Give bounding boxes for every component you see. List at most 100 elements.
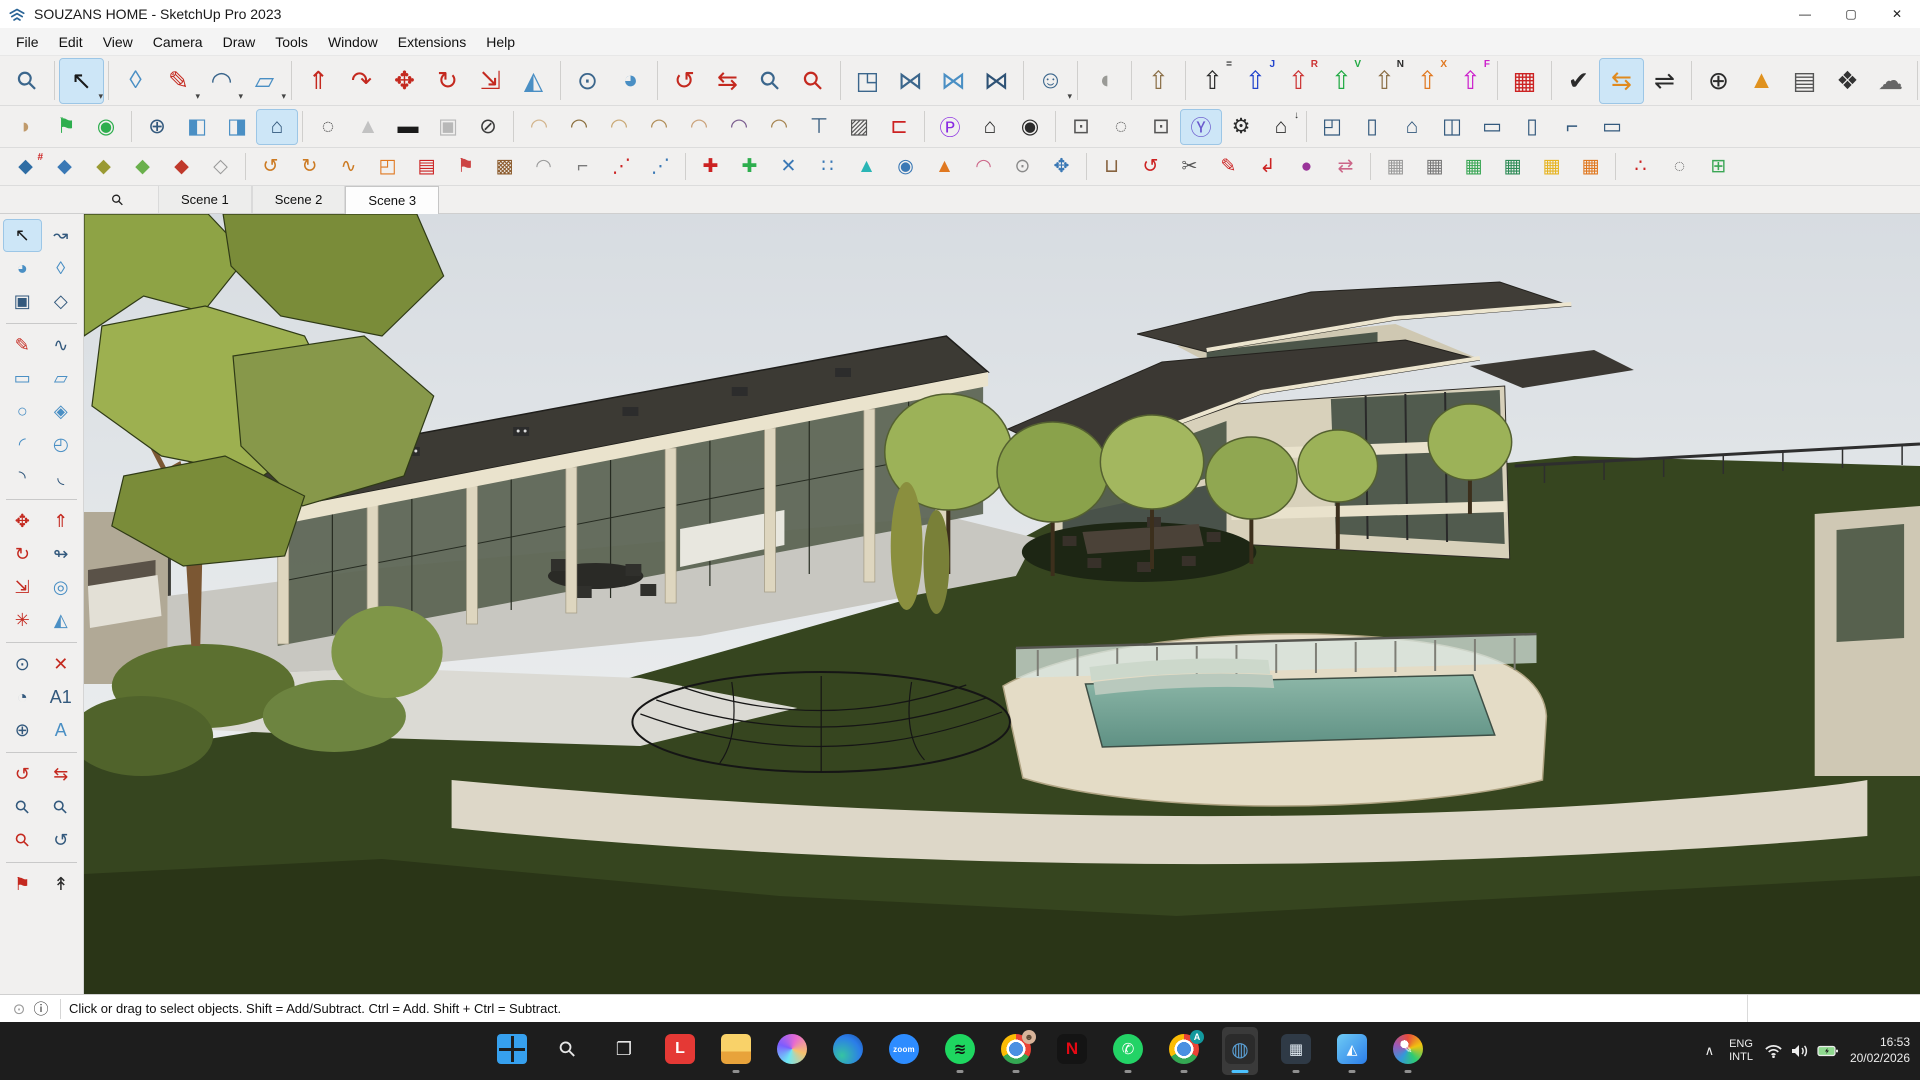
- dashed-box-button[interactable]: ⊡: [1061, 110, 1101, 144]
- drape-tool-5[interactable]: ◠: [679, 110, 719, 144]
- arcs-pink-tool[interactable]: ◠: [964, 152, 1003, 182]
- tape-measure-tool[interactable]: ⊙: [566, 59, 609, 103]
- pushpull-f[interactable]: ⇧F: [1449, 59, 1492, 103]
- trash-tool[interactable]: ⊔: [1092, 152, 1131, 182]
- hook-red-tool[interactable]: ↲: [1248, 152, 1287, 182]
- flow-tool-2[interactable]: ⋈: [932, 59, 975, 103]
- zoom-extents-tool[interactable]: ⚲: [792, 59, 835, 103]
- app-copilot[interactable]: [774, 1027, 810, 1075]
- wf-panel[interactable]: ▯: [1352, 110, 1392, 144]
- rectangle-tool[interactable]: ▭: [4, 363, 41, 394]
- drape-tool-2[interactable]: ◠: [559, 110, 599, 144]
- shield-upload-button[interactable]: ▲: [1740, 59, 1783, 103]
- app-sketchup[interactable]: ◍: [1222, 1027, 1258, 1075]
- pattern-flower-button[interactable]: ❖: [1826, 59, 1869, 103]
- menu-extensions[interactable]: Extensions: [388, 30, 476, 54]
- grid-yellow[interactable]: ▦: [1532, 152, 1571, 182]
- select-tool[interactable]: ↖: [60, 59, 103, 103]
- pan-tool[interactable]: ⇆: [706, 59, 749, 103]
- style-shaded[interactable]: ▣: [428, 110, 468, 144]
- p-badge-button[interactable]: Ⓟ: [930, 110, 970, 144]
- geolocation-icon[interactable]: ⊙: [8, 998, 30, 1020]
- app-zoom[interactable]: zoom: [886, 1027, 922, 1075]
- measurements-box[interactable]: [1747, 995, 1912, 1022]
- pushpull-v[interactable]: ⇧V: [1320, 59, 1363, 103]
- follow-me-tool[interactable]: ↷: [340, 59, 383, 103]
- add-circle-button[interactable]: ⊕: [1697, 59, 1740, 103]
- pan-tool[interactable]: ⇆: [43, 759, 80, 790]
- circle-target-tool[interactable]: ⊙: [1003, 152, 1042, 182]
- flow-gear-tool[interactable]: ⋈: [975, 59, 1018, 103]
- flip-tool[interactable]: ◭: [43, 605, 80, 636]
- sandbox-smoove[interactable]: ◆: [84, 152, 123, 182]
- zoom-tool[interactable]: ⚲: [6, 59, 49, 103]
- orbit-tool[interactable]: ↺: [663, 59, 706, 103]
- lasso-select-tool[interactable]: ↝: [43, 220, 80, 251]
- scale-tool[interactable]: ⇲: [4, 572, 41, 603]
- sandbox-from-contours[interactable]: ◆#: [6, 152, 45, 182]
- scene-tab-2[interactable]: Scene 2: [252, 186, 346, 213]
- app-netflix[interactable]: N: [1054, 1027, 1090, 1075]
- sandbox-drape[interactable]: ◆: [162, 152, 201, 182]
- views-compass[interactable]: ⊕: [137, 110, 177, 144]
- grid-cross-tool[interactable]: ✚: [691, 152, 730, 182]
- style-xray[interactable]: ◌: [308, 110, 348, 144]
- zoom-view-tool[interactable]: ⚲: [749, 59, 792, 103]
- shuffle-pink-tool[interactable]: ⇄: [1326, 152, 1365, 182]
- swirl-red-tool[interactable]: ↺: [1131, 152, 1170, 182]
- pushpull-equal[interactable]: ⇧=: [1191, 59, 1234, 103]
- minimize-button[interactable]: —: [1782, 0, 1828, 28]
- orbit-tool[interactable]: ↺: [4, 759, 41, 790]
- cloud-upload-button[interactable]: ☁: [1869, 59, 1912, 103]
- path-blue-tool[interactable]: ⋰: [641, 152, 680, 182]
- gear-flower-button[interactable]: ⚙: [1221, 110, 1261, 144]
- app-edge[interactable]: [830, 1027, 866, 1075]
- move-tool[interactable]: ✥: [383, 59, 426, 103]
- rotate-tool[interactable]: ↻: [4, 539, 41, 570]
- drape-tool-3[interactable]: ◠: [599, 110, 639, 144]
- cone-orange-tool[interactable]: ▲: [925, 152, 964, 182]
- line-tool[interactable]: ✎: [4, 330, 41, 361]
- offset-tool[interactable]: ◎: [43, 572, 80, 603]
- push-pull-tool[interactable]: ⇑: [297, 59, 340, 103]
- folded-box-tool[interactable]: ▩: [485, 152, 524, 182]
- line-tool[interactable]: ✎: [157, 59, 200, 103]
- grid-gray-1[interactable]: ▦: [1376, 152, 1415, 182]
- zoom-extents-tool[interactable]: ⚲: [4, 825, 41, 856]
- scale-tool[interactable]: ⇲: [469, 59, 512, 103]
- menu-camera[interactable]: Camera: [143, 30, 213, 54]
- language-indicator[interactable]: ENG INTL: [1729, 1038, 1753, 1064]
- menu-help[interactable]: Help: [476, 30, 525, 54]
- text-tool[interactable]: A1: [43, 682, 80, 713]
- pushpull-brown[interactable]: ⇧: [1137, 59, 1180, 103]
- view-house[interactable]: ⌂: [257, 110, 297, 144]
- pushpull-n[interactable]: ⇧N: [1363, 59, 1406, 103]
- layout-table-button[interactable]: ▦: [1503, 59, 1546, 103]
- pencil-curve-tool[interactable]: ✎: [1209, 152, 1248, 182]
- drape-tool-4[interactable]: ◠: [639, 110, 679, 144]
- search-button[interactable]: ⚲: [550, 1027, 586, 1075]
- table-green[interactable]: ▦: [1454, 152, 1493, 182]
- drape-tool-6[interactable]: ◠: [719, 110, 759, 144]
- app-chrome[interactable]: ☻: [998, 1027, 1034, 1075]
- flag-tool[interactable]: ⚑: [446, 152, 485, 182]
- hatch-tool[interactable]: ▨: [839, 110, 879, 144]
- app-calculator[interactable]: ▦: [1278, 1027, 1314, 1075]
- table-teal[interactable]: ▦: [1493, 152, 1532, 182]
- info-icon[interactable]: ⓘ: [30, 998, 52, 1020]
- bulb-y-button[interactable]: Ⓨ: [1181, 110, 1221, 144]
- wf-double-panel[interactable]: ◫: [1432, 110, 1472, 144]
- app-spotify[interactable]: ≋: [942, 1027, 978, 1075]
- wf-house[interactable]: ⌂: [1392, 110, 1432, 144]
- tag-tool[interactable]: ◇: [43, 286, 80, 317]
- menu-view[interactable]: View: [93, 30, 143, 54]
- 3d-text-tool[interactable]: A: [43, 715, 80, 746]
- corner-box-tool[interactable]: ◰: [368, 152, 407, 182]
- circle-tool[interactable]: ○: [4, 396, 41, 427]
- house-down-button[interactable]: ⌂↓: [1261, 110, 1301, 144]
- app-photos[interactable]: ◭: [1334, 1027, 1370, 1075]
- close-button[interactable]: ✕: [1874, 0, 1920, 28]
- shell-tool[interactable]: ◗: [6, 110, 46, 144]
- grid-gray-2[interactable]: ▦: [1415, 152, 1454, 182]
- dashed-camera-button[interactable]: ⊡: [1141, 110, 1181, 144]
